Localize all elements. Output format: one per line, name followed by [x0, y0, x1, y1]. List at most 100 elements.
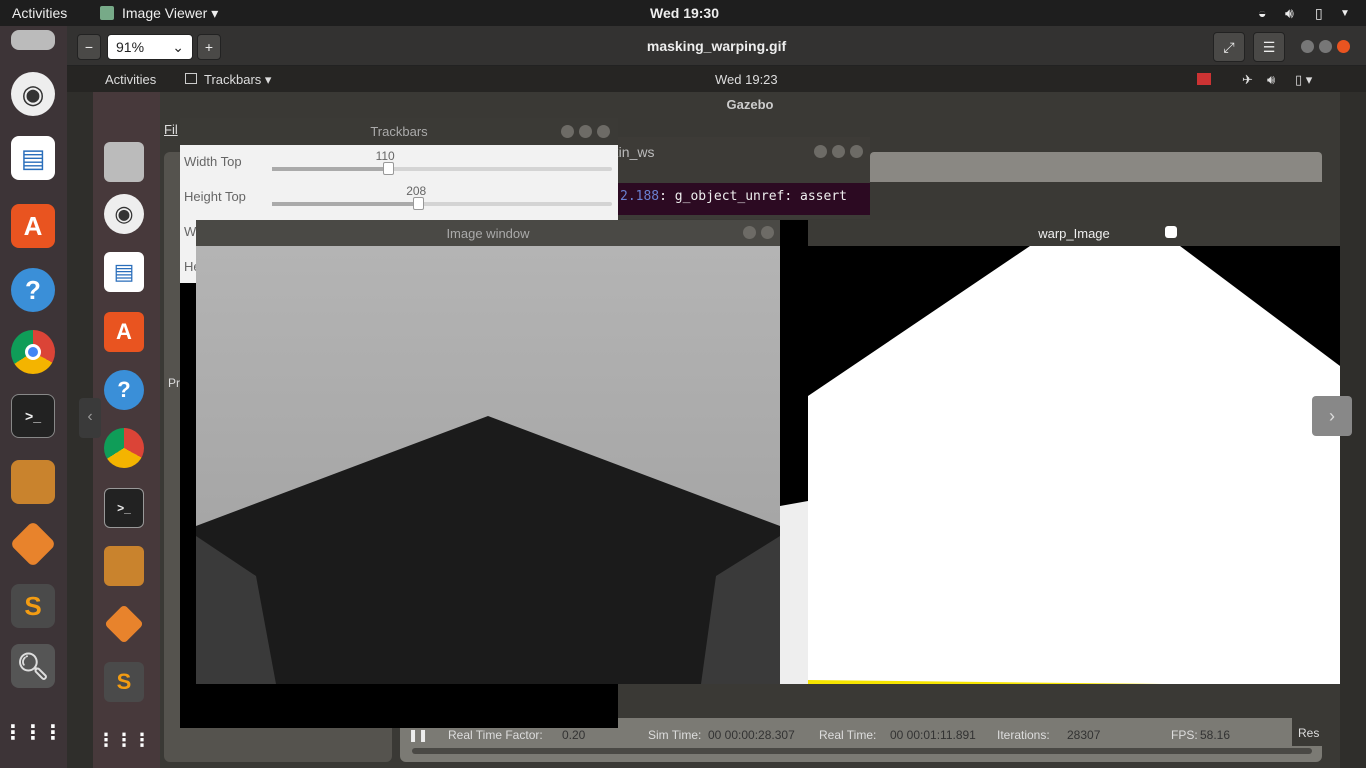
- window-title: masking_warping.gif: [646, 38, 787, 54]
- terminal-close: [850, 145, 863, 158]
- terminal-icon[interactable]: >_: [11, 394, 55, 438]
- trackbar-label: W: [184, 224, 197, 239]
- inner-terminal-icon: >_: [104, 488, 144, 528]
- clock[interactable]: Wed 19:30: [650, 5, 719, 21]
- trackbars-close: [597, 125, 610, 138]
- inner-top-bar: Activities Trackbars ▾ Wed 19:23 ✈ 🔊︎ ▯ …: [67, 66, 1366, 92]
- trackbar-handle[interactable]: [413, 197, 425, 210]
- image-viewer-header: − 91% ⌄ + masking_warping.gif ⤢ ☰: [67, 26, 1366, 66]
- trackbar-row: Height Top 208: [184, 184, 614, 216]
- image-window-titlebar: Image window: [196, 220, 780, 246]
- fps-value: 58.16: [1200, 728, 1231, 742]
- box-app-icon[interactable]: [9, 520, 57, 568]
- pause-icon[interactable]: ❚❚: [408, 728, 428, 742]
- inner-dock: ◉ ▤ A ? >_ S ⋮⋮⋮: [93, 92, 160, 768]
- hand-cursor-icon: [1165, 226, 1177, 238]
- status-scrollbar: [412, 748, 1312, 754]
- iter-label: Iterations:: [997, 728, 1050, 742]
- inner-files-icon: [104, 142, 144, 182]
- terminal-line-num: 2.188: [620, 189, 660, 204]
- rhythmbox-icon[interactable]: ◉: [11, 72, 55, 116]
- help-icon[interactable]: ?: [11, 268, 55, 312]
- rtf-value: 0.20: [562, 728, 586, 742]
- inner-activities: Activities: [105, 72, 157, 87]
- image-viewer-icon: [100, 6, 114, 20]
- camera-image: [196, 246, 780, 684]
- iter-value: 28307: [1067, 728, 1101, 742]
- terminal-min: [814, 145, 827, 158]
- software-icon[interactable]: A: [11, 204, 55, 248]
- sim-value: 00 00:00:28.307: [708, 728, 795, 742]
- inner-help-icon: ?: [104, 370, 144, 410]
- close-button[interactable]: [1337, 40, 1350, 53]
- inner-box-icon: [104, 604, 144, 644]
- image-viewer-dock-icon[interactable]: 🔍︎: [11, 644, 55, 688]
- warp-window-titlebar: warp_Image: [808, 220, 1340, 246]
- menu-arrow-icon[interactable]: ▼: [1340, 8, 1350, 19]
- show-apps-icon[interactable]: ⋮⋮⋮: [3, 710, 63, 754]
- airplane-icon: ✈: [1242, 72, 1253, 87]
- warp-window: warp_Image: [780, 220, 1340, 684]
- battery-icon[interactable]: ▯: [1315, 5, 1323, 22]
- inner-chrome-icon: [104, 428, 144, 468]
- volume-icon[interactable]: 🔊︎: [1285, 5, 1294, 22]
- trackbar-value: 208: [406, 184, 427, 198]
- trackbars-title: Trackbars: [370, 124, 428, 139]
- trackbar-value: 110: [375, 149, 395, 163]
- inner-volume-icon: 🔊︎: [1267, 72, 1276, 87]
- inner-sublime-icon: S: [104, 662, 144, 702]
- reset-button: Res: [1292, 718, 1322, 746]
- inner-writer-icon: ▤: [104, 252, 144, 292]
- files-icon[interactable]: [11, 30, 55, 50]
- wifi-icon[interactable]: ◒: [1258, 5, 1266, 21]
- inner-battery-icon: ▯ ▾: [1295, 72, 1313, 87]
- image-window-min: [743, 226, 756, 239]
- rtf-label: Real Time Factor:: [448, 728, 543, 742]
- trackbars-titlebar: Trackbars: [180, 118, 618, 145]
- trackbar-row: Width Top 110: [184, 149, 614, 181]
- image-window-close: [761, 226, 774, 239]
- inner-software-icon: A: [104, 312, 144, 352]
- inner-apps-icon: ⋮⋮⋮: [97, 729, 151, 750]
- inner-rhythmbox-icon: ◉: [104, 194, 144, 234]
- top-bar: Activities Image Viewer ▾ Wed 19:30 ◒ 🔊︎…: [0, 0, 1366, 26]
- trackbar-track[interactable]: [272, 202, 612, 206]
- maximize-button[interactable]: [1319, 40, 1332, 53]
- next-arrow[interactable]: ›: [1312, 396, 1352, 436]
- writer-icon[interactable]: ▤: [11, 136, 55, 180]
- menu-file: Fil: [164, 122, 178, 137]
- trackbar-track[interactable]: [272, 167, 612, 171]
- warped-edge: [780, 501, 808, 684]
- minimize-button[interactable]: [1301, 40, 1314, 53]
- trackbars-max: [579, 125, 592, 138]
- terminal-window: atkin_ws 2.188: g_object_unref: assert: [600, 137, 870, 219]
- record-icon: [1197, 73, 1211, 85]
- menu-button[interactable]: ☰: [1253, 32, 1285, 62]
- sim-label: Sim Time:: [648, 728, 702, 742]
- trackbar-handle[interactable]: [382, 162, 394, 175]
- chrome-icon[interactable]: [11, 330, 55, 374]
- warp-window-title: warp_Image: [1038, 226, 1110, 241]
- dock: ◉ ▤ A ? >_ S 🔍︎ ⋮⋮⋮: [0, 26, 67, 768]
- terminal-line: 2.188: g_object_unref: assert: [600, 183, 870, 215]
- image-canvas[interactable]: Activities Trackbars ▾ Wed 19:23 ✈ 🔊︎ ▯ …: [67, 66, 1366, 768]
- fullscreen-button[interactable]: ⤢: [1213, 32, 1245, 62]
- trackbar-label: Height Top: [184, 189, 246, 204]
- window-icon: [185, 73, 197, 84]
- real-value: 00 00:01:11.891: [890, 728, 976, 742]
- trackbars-min: [561, 125, 574, 138]
- sublime-icon[interactable]: S: [11, 584, 55, 628]
- trackbar-label: Width Top: [184, 154, 242, 169]
- warped-road-area: [808, 246, 1340, 684]
- pie-app-icon[interactable]: [11, 460, 55, 504]
- activities-button[interactable]: Activities: [12, 5, 67, 21]
- gazebo-toolbar: [870, 152, 1322, 182]
- terminal-max: [832, 145, 845, 158]
- app-menu[interactable]: Image Viewer ▾: [122, 5, 218, 22]
- image-window: Image window: [196, 220, 780, 684]
- inner-app-menu: Trackbars ▾: [204, 72, 272, 87]
- previous-arrow[interactable]: ‹: [79, 398, 101, 438]
- gazebo-title: Gazebo: [726, 97, 774, 112]
- warped-image: [780, 246, 1340, 684]
- inner-pie-icon: [104, 546, 144, 586]
